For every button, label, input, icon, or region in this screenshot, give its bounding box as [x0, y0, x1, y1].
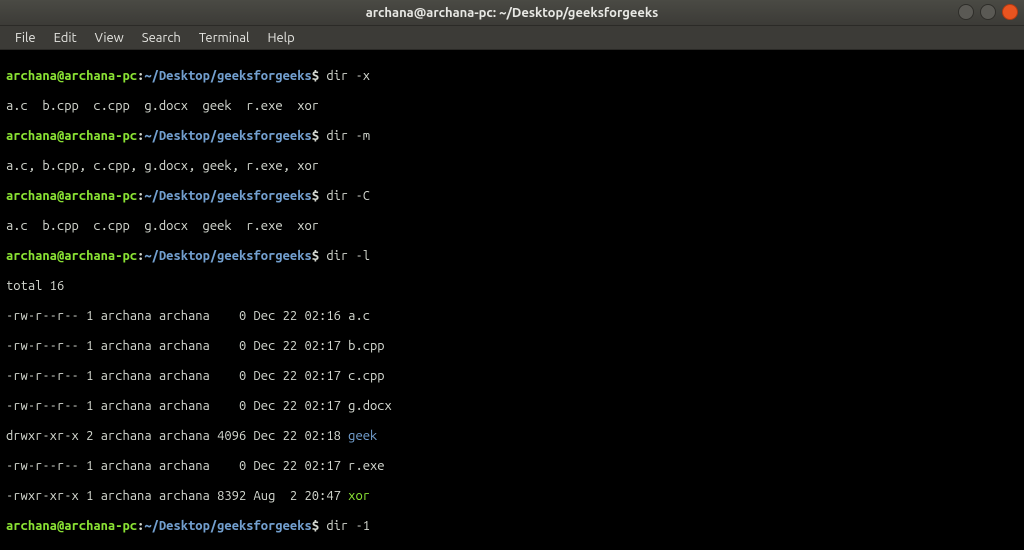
menu-terminal[interactable]: Terminal — [190, 28, 259, 48]
close-button[interactable] — [1002, 4, 1018, 20]
prompt-sigil: $ — [312, 249, 319, 263]
prompt-sigil: $ — [312, 69, 319, 83]
terminal-window: archana@archana-pc: ~/Desktop/geeksforge… — [0, 0, 1024, 550]
command-text: dir -1 — [326, 519, 370, 533]
prompt-host: archana@archana-pc — [6, 249, 137, 263]
prompt-path: ~/Desktop/geeksforgeeks — [144, 69, 311, 83]
ls-entry-prefix: -rwxr-xr-x 1 archana archana 8392 Aug 2 … — [6, 489, 348, 503]
prompt-host: archana@archana-pc — [6, 519, 137, 533]
window-controls — [958, 4, 1018, 20]
terminal-line: drwxr-xr-x 2 archana archana 4096 Dec 22… — [6, 429, 1018, 444]
prompt-path: ~/Desktop/geeksforgeeks — [144, 129, 311, 143]
terminal-body[interactable]: archana@archana-pc:~/Desktop/geeksforgee… — [0, 50, 1024, 550]
terminal-line: -rwxr-xr-x 1 archana archana 8392 Aug 2 … — [6, 489, 1018, 504]
command-text: dir -x — [326, 69, 370, 83]
terminal-line: archana@archana-pc:~/Desktop/geeksforgee… — [6, 519, 1018, 534]
terminal-line: -rw-r--r-- 1 archana archana 0 Dec 22 02… — [6, 309, 1018, 324]
command-text: dir -C — [326, 189, 370, 203]
menu-help[interactable]: Help — [258, 28, 303, 48]
menu-search[interactable]: Search — [133, 28, 190, 48]
terminal-line: -rw-r--r-- 1 archana archana 0 Dec 22 02… — [6, 369, 1018, 384]
prompt-sigil: $ — [312, 519, 319, 533]
command-text: dir -m — [326, 129, 370, 143]
maximize-button[interactable] — [980, 4, 996, 20]
terminal-line: -rw-r--r-- 1 archana archana 0 Dec 22 02… — [6, 459, 1018, 474]
terminal-line: archana@archana-pc:~/Desktop/geeksforgee… — [6, 69, 1018, 84]
prompt-path: ~/Desktop/geeksforgeeks — [144, 249, 311, 263]
window-title: archana@archana-pc: ~/Desktop/geeksforge… — [366, 6, 659, 20]
prompt-sigil: $ — [312, 129, 319, 143]
terminal-line: -rw-r--r-- 1 archana archana 0 Dec 22 02… — [6, 339, 1018, 354]
terminal-line: archana@archana-pc:~/Desktop/geeksforgee… — [6, 129, 1018, 144]
prompt-path: ~/Desktop/geeksforgeeks — [144, 189, 311, 203]
menu-file[interactable]: File — [6, 28, 45, 48]
prompt-host: archana@archana-pc — [6, 129, 137, 143]
ls-entry-dir: geek — [348, 429, 377, 443]
terminal-line: a.c b.cpp c.cpp g.docx geek r.exe xor — [6, 99, 1018, 114]
terminal-line: a.c b.cpp c.cpp g.docx geek r.exe xor — [6, 219, 1018, 234]
command-text: dir -l — [326, 249, 370, 263]
ls-entry-prefix: drwxr-xr-x 2 archana archana 4096 Dec 22… — [6, 429, 348, 443]
titlebar: archana@archana-pc: ~/Desktop/geeksforge… — [0, 0, 1024, 26]
menubar: File Edit View Search Terminal Help — [0, 26, 1024, 50]
ls-entry-exec: xor — [348, 489, 370, 503]
prompt-host: archana@archana-pc — [6, 189, 137, 203]
terminal-line: -rw-r--r-- 1 archana archana 0 Dec 22 02… — [6, 399, 1018, 414]
terminal-line: archana@archana-pc:~/Desktop/geeksforgee… — [6, 249, 1018, 264]
prompt-sigil: $ — [312, 189, 319, 203]
terminal-line: total 16 — [6, 279, 1018, 294]
terminal-line: archana@archana-pc:~/Desktop/geeksforgee… — [6, 189, 1018, 204]
terminal-line: a.c, b.cpp, c.cpp, g.docx, geek, r.exe, … — [6, 159, 1018, 174]
prompt-host: archana@archana-pc — [6, 69, 137, 83]
menu-edit[interactable]: Edit — [45, 28, 86, 48]
minimize-button[interactable] — [958, 4, 974, 20]
prompt-path: ~/Desktop/geeksforgeeks — [144, 519, 311, 533]
menu-view[interactable]: View — [86, 28, 133, 48]
